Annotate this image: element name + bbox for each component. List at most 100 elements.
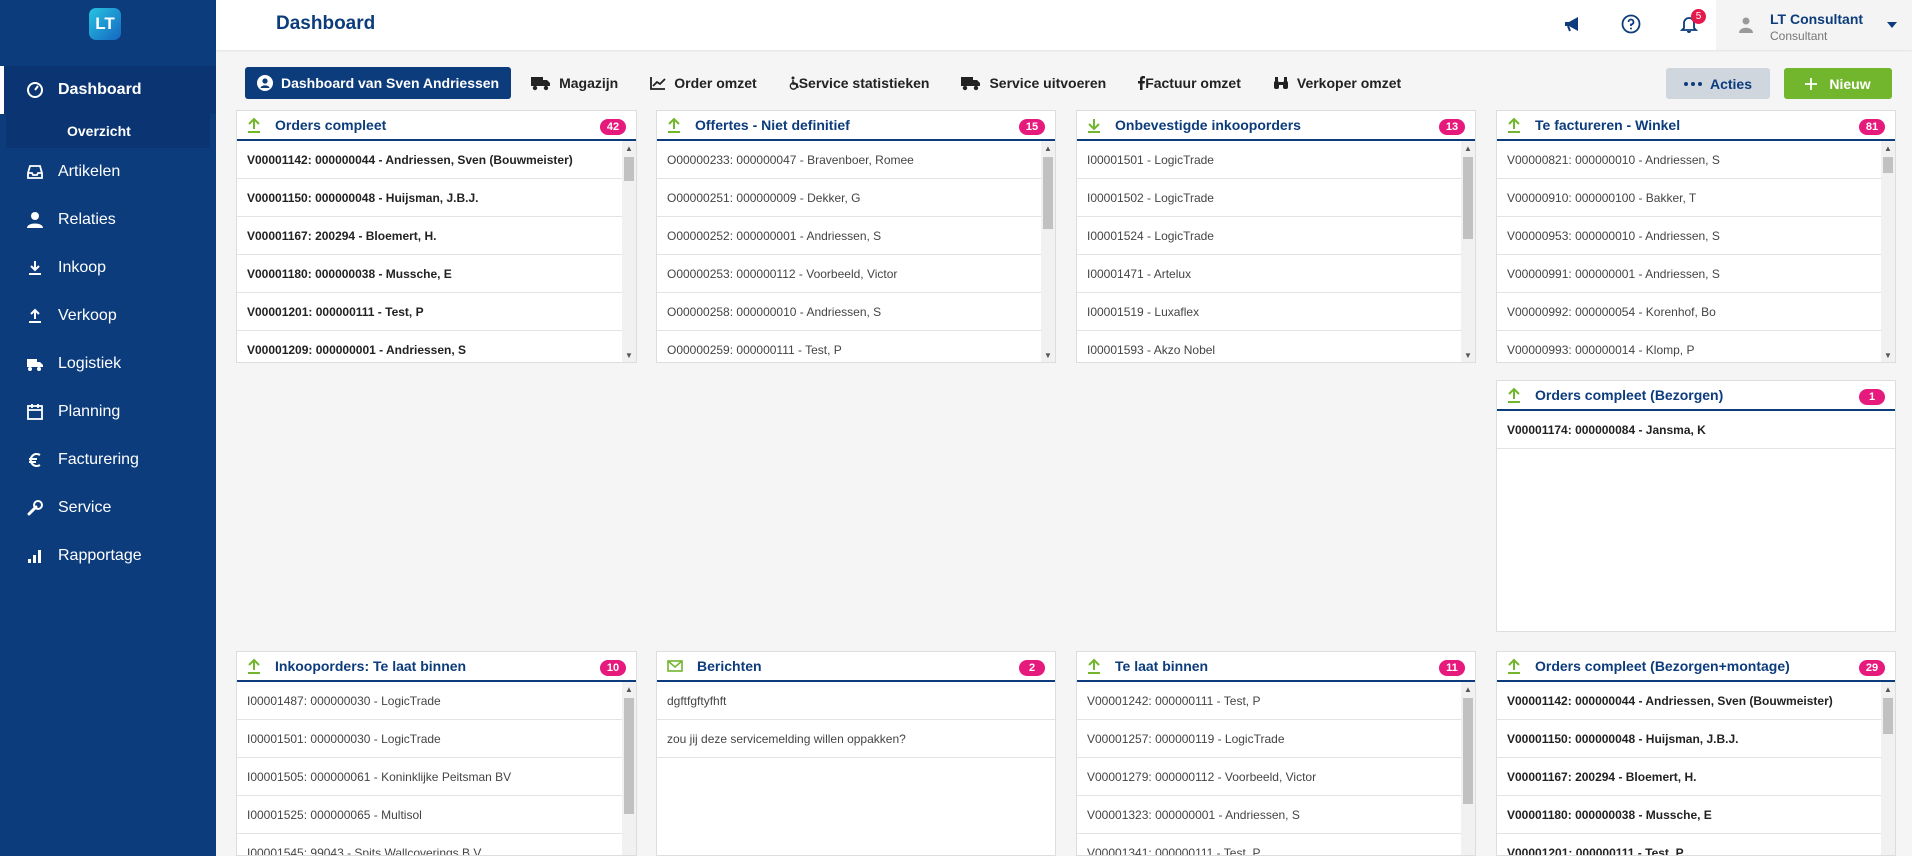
list-item[interactable]: I00001502 - LogicTrade (1077, 179, 1461, 217)
list-item[interactable]: O00000233: 000000047 - Bravenboer, Romee (657, 141, 1041, 179)
list-item[interactable]: I00001471 - Artelux (1077, 255, 1461, 293)
tab-factuur-omzet[interactable]: Factuur omzet (1138, 67, 1241, 99)
list-item[interactable]: V00001150: 000000048 - Huijsman, J.B.J. (237, 179, 622, 217)
list-item[interactable]: I00001487: 000000030 - LogicTrade (237, 682, 622, 720)
scrollbar-thumb[interactable] (624, 157, 634, 181)
megaphone-icon[interactable] (1562, 13, 1584, 35)
list-item[interactable]: O00000252: 000000001 - Andriessen, S (657, 217, 1041, 255)
list-item[interactable]: O00000253: 000000112 - Voorbeeld, Victor (657, 255, 1041, 293)
scroll-up-icon[interactable]: ▲ (622, 682, 636, 696)
scrollbar-thumb[interactable] (1883, 698, 1893, 734)
scrollbar[interactable]: ▲ ▼ (622, 141, 636, 362)
list-item[interactable]: V00001242: 000000111 - Test, P (1077, 682, 1461, 720)
list-item[interactable]: I00001519 - Luxaflex (1077, 293, 1461, 331)
sidebar-item-verkoop[interactable]: Verkoop (0, 292, 216, 340)
list-item[interactable]: V00001180: 000000038 - Mussche, E (237, 255, 622, 293)
help-icon[interactable] (1620, 13, 1642, 35)
scrollbar[interactable]: ▲ (1881, 682, 1895, 855)
scroll-down-icon[interactable]: ▼ (1881, 348, 1895, 362)
scroll-down-icon[interactable]: ▼ (1461, 348, 1475, 362)
user-menu[interactable]: LT Consultant Consultant (1716, 0, 1912, 50)
list-item[interactable]: V00001201: 000000111 - Test, P (237, 293, 622, 331)
list-item[interactable]: V00001142: 000000044 - Andriessen, Sven … (237, 141, 622, 179)
scroll-up-icon[interactable]: ▲ (1881, 141, 1895, 155)
list-item[interactable]: V00001257: 000000119 - LogicTrade (1077, 720, 1461, 758)
list-item[interactable]: dgftfgftyfhft (657, 682, 1055, 720)
upload-icon (248, 658, 260, 674)
sidebar-item-facturering[interactable]: Facturering (0, 436, 216, 484)
list-item[interactable]: V00000991: 000000001 - Andriessen, S (1497, 255, 1881, 293)
list-item[interactable]: V00001341: 000000111 - Test, P (1077, 834, 1461, 856)
list-item[interactable]: V00001279: 000000112 - Voorbeeld, Victor (1077, 758, 1461, 796)
sidebar-item-label: Relaties (58, 211, 116, 228)
list-item[interactable]: V00001209: 000000001 - Andriessen, S (237, 331, 622, 362)
list-item[interactable]: zou jij deze servicemelding willen oppak… (657, 720, 1055, 758)
list-item[interactable]: V00001142: 000000044 - Andriessen, Sven … (1497, 682, 1881, 720)
count-badge: 81 (1859, 119, 1885, 135)
tab-verkoper-omzet[interactable]: Verkoper omzet (1273, 67, 1401, 99)
list-item[interactable]: V00001150: 000000048 - Huijsman, J.B.J. (1497, 720, 1881, 758)
scroll-up-icon[interactable]: ▲ (1041, 141, 1055, 155)
scrollbar[interactable]: ▲ (1461, 682, 1475, 855)
sidebar-item-relaties[interactable]: Relaties (0, 196, 216, 244)
list-item[interactable]: I00001524 - LogicTrade (1077, 217, 1461, 255)
sidebar-subitem-overzicht[interactable]: Overzicht (6, 114, 210, 148)
scrollbar[interactable]: ▲ (622, 682, 636, 855)
list-item[interactable]: V00000992: 000000054 - Korenhof, Bo (1497, 293, 1881, 331)
list-item[interactable]: I00001593 - Akzo Nobel (1077, 331, 1461, 362)
scroll-up-icon[interactable]: ▲ (1881, 682, 1895, 696)
tab-dashboard-sven[interactable]: Dashboard van Sven Andriessen (245, 67, 512, 99)
list-item[interactable]: O00000251: 000000009 - Dekker, G (657, 179, 1041, 217)
sidebar-item-logistiek[interactable]: Logistiek (0, 340, 216, 388)
sidebar-item-rapportage[interactable]: Rapportage (0, 532, 216, 580)
scroll-up-icon[interactable]: ▲ (622, 141, 636, 155)
list-item[interactable]: V00001167: 200294 - Bloemert, H. (237, 217, 622, 255)
tab-magazijn[interactable]: Magazijn (531, 67, 618, 99)
scroll-up-icon[interactable]: ▲ (1461, 141, 1475, 155)
sidebar-item-service[interactable]: Service (0, 484, 216, 532)
user-circle-icon (257, 75, 273, 91)
app-logo[interactable]: LT (89, 8, 121, 40)
widget-title: Offertes - Niet definitief (695, 117, 850, 133)
widget-body: V00000821: 000000010 - Andriessen, S V00… (1497, 141, 1895, 362)
scroll-down-icon[interactable]: ▼ (1041, 348, 1055, 362)
scrollbar-thumb[interactable] (624, 698, 634, 814)
sidebar-item-dashboard[interactable]: Dashboard (0, 66, 216, 114)
sidebar-item-inkoop[interactable]: Inkoop (0, 244, 216, 292)
tab-service-uitvoeren[interactable]: Service uitvoeren (961, 67, 1106, 99)
scrollbar-thumb[interactable] (1043, 157, 1053, 229)
list-item[interactable]: V00000993: 000000014 - Klomp, P (1497, 331, 1881, 362)
list-item[interactable]: V00001174: 000000084 - Jansma, K (1497, 411, 1895, 449)
list-item[interactable]: V00001167: 200294 - Bloemert, H. (1497, 758, 1881, 796)
list-item[interactable]: V00000821: 000000010 - Andriessen, S (1497, 141, 1881, 179)
scrollbar[interactable]: ▲ ▼ (1881, 141, 1895, 362)
widget-offertes-niet-definitief: Offertes - Niet definitief 15 O00000233:… (656, 110, 1056, 363)
list-item[interactable]: I00001545: 99043 - Spits Wallcoverings B… (237, 834, 622, 856)
sidebar-item-artikelen[interactable]: Artikelen (0, 148, 216, 196)
list-item[interactable]: I00001525: 000000065 - Multisol (237, 796, 622, 834)
scrollbar-thumb[interactable] (1463, 157, 1473, 239)
list-item[interactable]: V00000953: 000000010 - Andriessen, S (1497, 217, 1881, 255)
scrollbar[interactable]: ▲ ▼ (1041, 141, 1055, 362)
list-item[interactable]: I00001501 - LogicTrade (1077, 141, 1461, 179)
sidebar-item-planning[interactable]: Planning (0, 388, 216, 436)
nieuw-button[interactable]: Nieuw (1784, 68, 1892, 99)
list-item[interactable]: V00000910: 000000100 - Bakker, T (1497, 179, 1881, 217)
list-item[interactable]: V00001323: 000000001 - Andriessen, S (1077, 796, 1461, 834)
list-item[interactable]: O00000259: 000000111 - Test, P (657, 331, 1041, 362)
scrollbar-thumb[interactable] (1463, 698, 1473, 804)
scroll-down-icon[interactable]: ▼ (622, 348, 636, 362)
envelope-icon (667, 660, 683, 672)
acties-button[interactable]: Acties (1666, 68, 1770, 99)
scrollbar-thumb[interactable] (1883, 157, 1893, 173)
tab-order-omzet[interactable]: Order omzet (650, 67, 757, 99)
scrollbar[interactable]: ▲ ▼ (1461, 141, 1475, 362)
list-item[interactable]: V00001201: 000000111 - Test, P (1497, 834, 1881, 856)
list-item[interactable]: V00001180: 000000038 - Mussche, E (1497, 796, 1881, 834)
tab-service-statistieken[interactable]: Service statistieken (789, 67, 929, 99)
widget-title: Orders compleet (275, 117, 387, 133)
list-item[interactable]: O00000258: 000000010 - Andriessen, S (657, 293, 1041, 331)
list-item[interactable]: I00001501: 000000030 - LogicTrade (237, 720, 622, 758)
list-item[interactable]: I00001505: 000000061 - Koninklijke Peits… (237, 758, 622, 796)
scroll-up-icon[interactable]: ▲ (1461, 682, 1475, 696)
